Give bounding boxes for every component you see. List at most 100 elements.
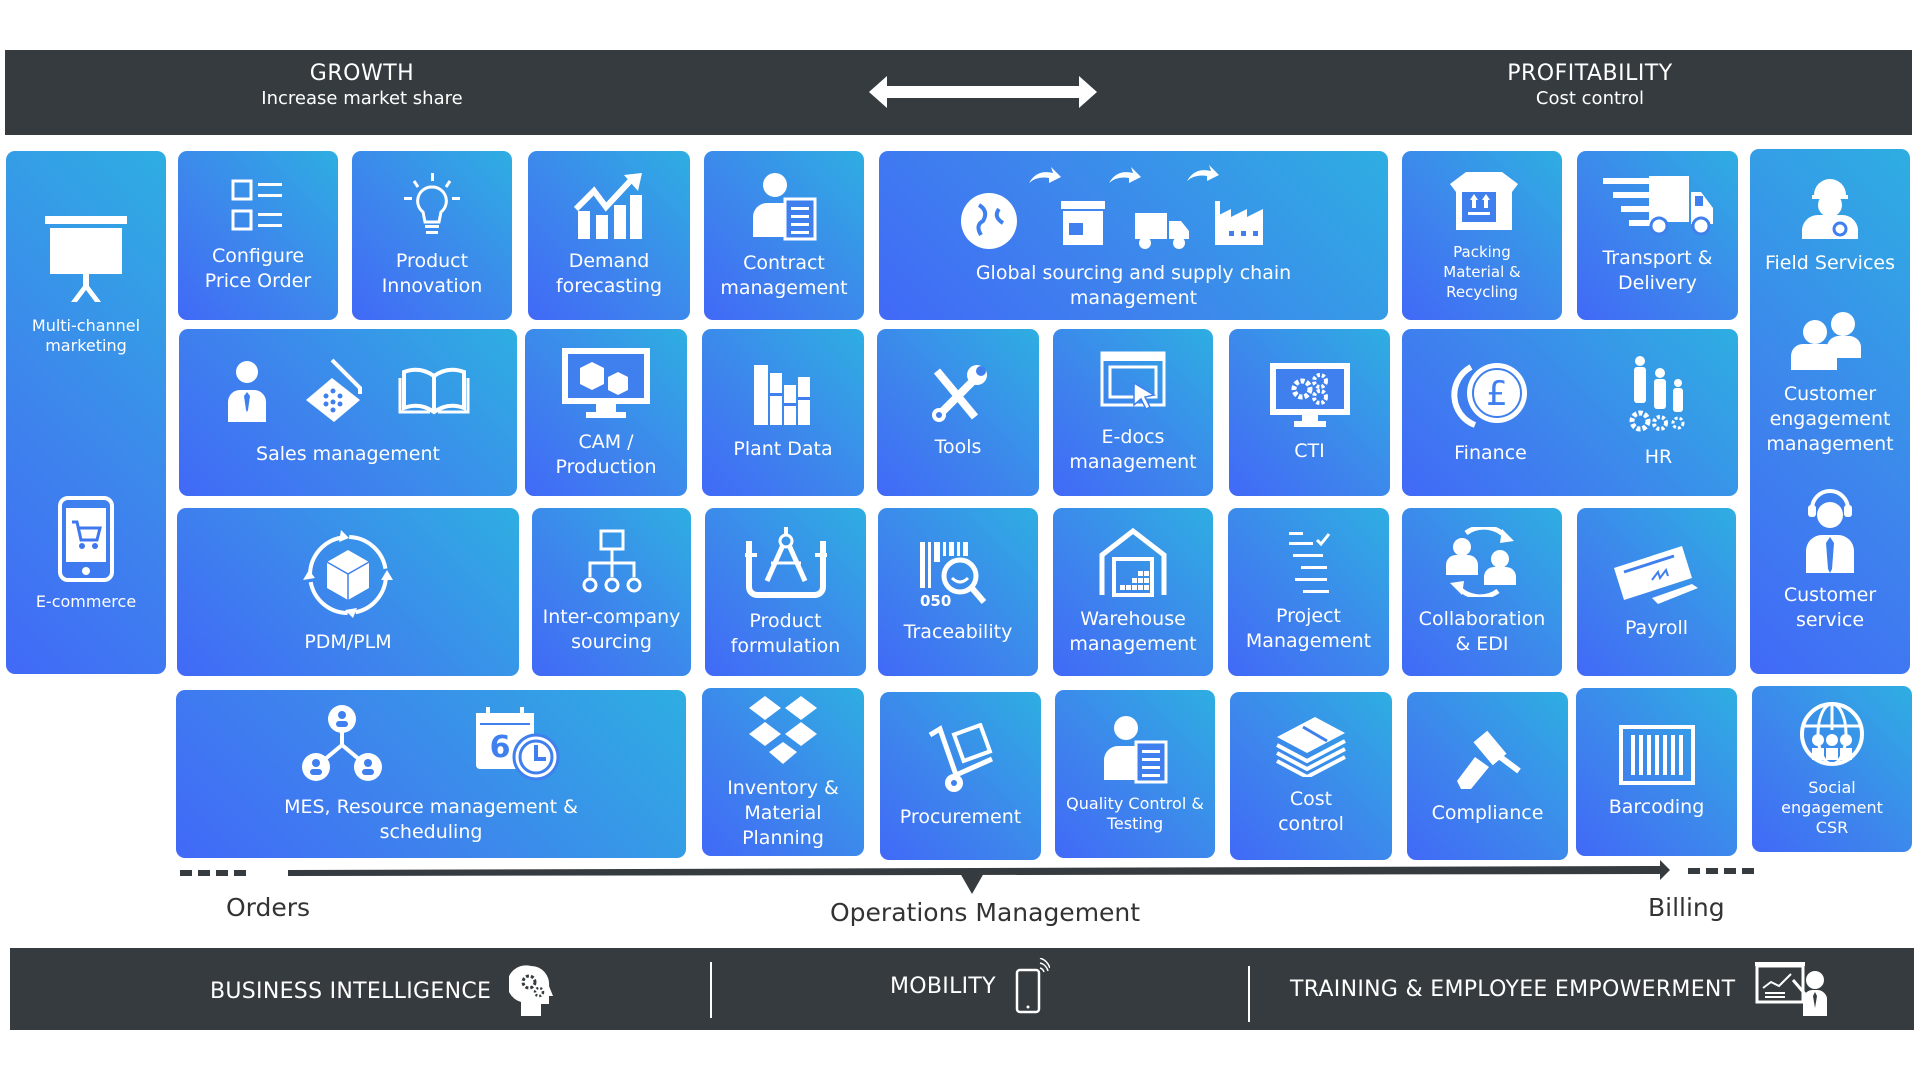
lightbulb-icon [404, 172, 460, 234]
tile-label: Inter-company sourcing [542, 606, 681, 653]
money-stack-icon [1276, 717, 1346, 777]
pound-coins-icon: £ [1450, 363, 1527, 428]
tile-label: Quality Control & Testing [1066, 794, 1204, 833]
tile-barcoding[interactable]: Barcoding [1576, 688, 1737, 856]
person-document-icon [1104, 716, 1168, 784]
tile-customer-column[interactable]: Field Services Customer engagement manag… [1750, 149, 1910, 674]
globe-icon [960, 192, 1017, 249]
footer-divider [710, 962, 712, 1018]
bb-label: BUSINESS INTELLIGENCE [210, 978, 492, 1004]
pointer-triangle [960, 873, 984, 894]
tile-sales-management[interactable]: Sales management [179, 329, 517, 496]
tile-plant-data[interactable]: Plant Data [702, 329, 864, 496]
salesperson-icon [228, 361, 266, 422]
fast-truck-icon [1602, 175, 1713, 235]
tile-social-engagement[interactable]: Social engagement CSR [1752, 686, 1912, 852]
growth-title: GROWTH [309, 61, 415, 86]
engineer-icon [1802, 179, 1858, 239]
tile-project-management[interactable]: Project Management [1228, 508, 1389, 676]
presenter-icon [1755, 962, 1828, 1016]
people-exchange-icon [1446, 527, 1516, 597]
supply-chain-icons [960, 164, 1263, 249]
profitability-title: PROFITABILITY [1507, 61, 1673, 86]
tile-label: Customer engagement management [1766, 383, 1894, 455]
tile-collaboration-edi[interactable]: Collaboration & EDI [1402, 508, 1562, 676]
tile-edocs-management[interactable]: E-docs management [1053, 329, 1213, 496]
tile-label: Demand forecasting [555, 249, 663, 297]
tile-tools[interactable]: Tools [877, 329, 1039, 496]
tile-label: E-docs management [1069, 425, 1197, 473]
mobility-item: MOBILITY [890, 958, 1050, 1014]
header-band: GROWTH Increase market share PROFITABILI… [5, 50, 1912, 135]
tile-contract-management[interactable]: Contract management [704, 151, 864, 320]
store-icon [1060, 200, 1105, 245]
profitability-subtitle: Cost control [1535, 88, 1645, 109]
tile-label: Sales management [256, 443, 440, 465]
tile-product-innovation[interactable]: Product Innovation [352, 151, 512, 320]
tile-payroll[interactable]: Payroll [1577, 508, 1736, 676]
tile-label: Cost control [1278, 788, 1344, 835]
tile-packing-material[interactable]: Packing Material & Recycling [1402, 151, 1562, 320]
growth-subtitle: Increase market share [261, 88, 463, 109]
tile-label: Configure Price Order [204, 244, 312, 292]
tile-label: HR [1644, 446, 1673, 468]
tile-mes-resource-scheduling[interactable]: 6 MES, Resource management & scheduling [176, 690, 686, 858]
sales-icons [226, 358, 470, 424]
tile-label: MES, Resource management & scheduling [284, 796, 578, 843]
tile-label: Compliance [1431, 801, 1544, 824]
tile-label: CAM / Production [555, 430, 657, 478]
tile-procurement[interactable]: Procurement [880, 692, 1041, 860]
box-icon [1450, 171, 1518, 230]
tile-label: Warehouse management [1069, 608, 1197, 655]
tile-pdm-plm[interactable]: PDM/PLM [177, 508, 519, 676]
smartphone-cart-icon [58, 496, 114, 582]
tile-cost-control[interactable]: Cost control [1230, 692, 1392, 860]
binders-icon [754, 365, 810, 425]
tile-label: Product formulation [730, 610, 841, 657]
tile-label: Payroll [1624, 616, 1689, 639]
tile-label: Inventory & Material Planning [727, 776, 839, 849]
tile-quality-control[interactable]: Quality Control & Testing [1055, 690, 1215, 858]
tile-compliance[interactable]: Compliance [1407, 692, 1568, 860]
tile-label: Global sourcing and supply chain managem… [975, 261, 1292, 309]
calendar-clock-icon: 6 [476, 707, 560, 781]
globe-people-icon [1800, 702, 1864, 766]
tile-demand-forecasting[interactable]: Demand forecasting [528, 151, 690, 320]
tile-transport-delivery[interactable]: Transport & Delivery [1577, 151, 1738, 320]
tile-label: Plant Data [733, 438, 833, 460]
tile-finance-hr[interactable]: £ Finance HR [1402, 329, 1738, 496]
dashes-right [1688, 868, 1754, 874]
monitor-cubes-icon [562, 347, 650, 418]
flow-end-label: Billing [1648, 893, 1725, 922]
two-people-icon [1791, 312, 1861, 370]
barcode-number: 050 [920, 592, 951, 610]
cheque-pen-icon [1613, 545, 1698, 604]
people-gears-icon [1629, 356, 1684, 432]
tile-intercompany-sourcing[interactable]: Inter-company sourcing [532, 508, 691, 676]
head-gears-icon [509, 965, 554, 1016]
tile-product-formulation[interactable]: Product formulation [705, 508, 866, 676]
tile-global-sourcing[interactable]: Global sourcing and supply chain managem… [879, 151, 1388, 320]
double-arrow-icon [869, 76, 1097, 108]
tile-cti[interactable]: CTI [1229, 329, 1390, 496]
boxes-icon [749, 695, 817, 764]
tile-label: Contract management [720, 251, 848, 299]
tile-traceability[interactable]: 050 Traceability [878, 508, 1038, 676]
tile-label: E-commerce [35, 592, 137, 611]
tile-configure-price-order[interactable]: Configure Price Order [178, 151, 338, 320]
mobile-signal-icon [1015, 958, 1050, 1014]
tile-warehouse-management[interactable]: Warehouse management [1053, 508, 1213, 676]
presentation-board-icon [45, 216, 127, 302]
calendar-day: 6 [490, 730, 511, 765]
finance-section: £ Finance [1450, 359, 1531, 466]
bb-label: TRAINING & EMPLOYEE EMPOWERMENT [1290, 976, 1736, 1002]
barcode-search-icon: 050 [920, 541, 987, 610]
growth-chart-icon [574, 172, 642, 239]
tile-multichannel-ecommerce[interactable]: Multi-channel marketing E-commerce [6, 151, 166, 674]
profitability-block: PROFITABILITY Cost control [1440, 61, 1740, 111]
dashes-left [180, 870, 246, 876]
tile-cam-production[interactable]: CAM / Production [525, 329, 687, 496]
person-document-icon [753, 172, 817, 240]
gavel-icon [1456, 730, 1521, 789]
tile-inventory-planning[interactable]: Inventory & Material Planning [702, 688, 864, 856]
